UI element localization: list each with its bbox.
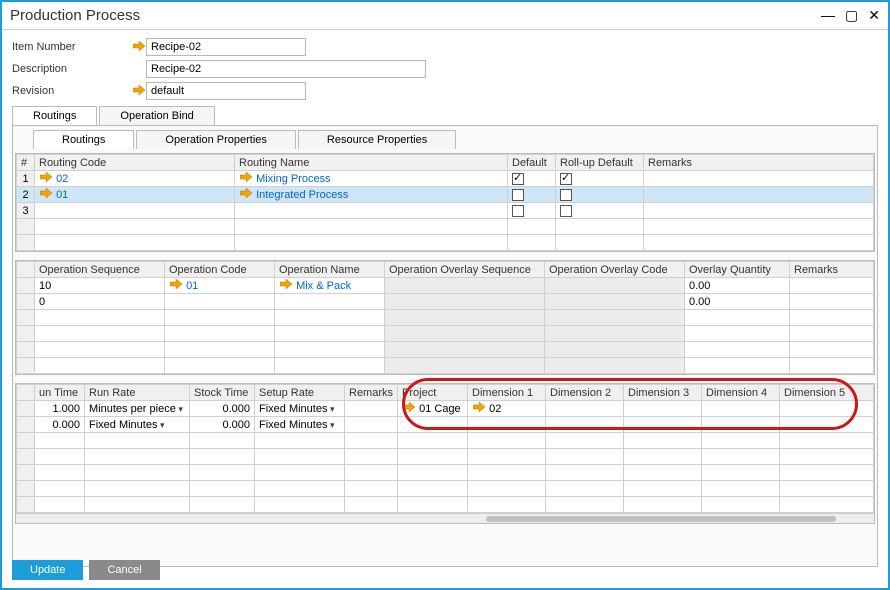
update-button[interactable]: Update [12, 560, 83, 580]
subtab-operation-properties[interactable]: Operation Properties [136, 130, 296, 149]
description-field[interactable] [146, 60, 426, 78]
arrow-icon [132, 41, 146, 54]
minimize-icon[interactable]: — [821, 7, 835, 24]
table-row[interactable]: 1 02 Mixing Process [17, 171, 874, 187]
arrow-icon [239, 172, 253, 185]
routings-grid[interactable]: # Routing Code Routing Name Default Roll… [16, 154, 874, 251]
col-remarks: Remarks [644, 155, 874, 171]
runrate-dropdown[interactable]: Minutes per piece [85, 401, 190, 417]
checkbox-rollup[interactable] [560, 173, 572, 185]
titlebar: Production Process — ▢ ✕ [2, 2, 888, 30]
cancel-button[interactable]: Cancel [89, 560, 159, 580]
horizontal-scrollbar[interactable] [16, 513, 874, 523]
col-remarks3: Remarks [345, 385, 398, 401]
checkbox-rollup[interactable] [560, 189, 572, 201]
checkbox-rollup[interactable] [560, 205, 572, 217]
arrow-icon [472, 402, 486, 415]
col-routing-name: Routing Name [235, 155, 508, 171]
revision-label: Revision [12, 85, 132, 97]
arrow-icon [279, 279, 293, 292]
table-row[interactable]: 3 [17, 203, 874, 219]
col-default: Default [508, 155, 556, 171]
col-stock: Stock Time [190, 385, 255, 401]
setup-dropdown[interactable]: Fixed Minutes [255, 417, 345, 433]
table-row[interactable]: 0.000 Fixed Minutes 0.000 Fixed Minutes [17, 417, 874, 433]
close-icon[interactable]: ✕ [868, 7, 880, 24]
item-number-field[interactable] [146, 38, 306, 56]
col-dim4: Dimension 4 [702, 385, 780, 401]
col-op-code: Operation Code [165, 262, 275, 278]
maximize-icon[interactable]: ▢ [845, 7, 858, 24]
col-runrate: Run Rate [85, 385, 190, 401]
checkbox-default[interactable] [512, 189, 524, 201]
col-dim2: Dimension 2 [546, 385, 624, 401]
col-num: # [17, 155, 35, 171]
col-blank [17, 262, 35, 278]
arrow-icon [402, 402, 416, 415]
setup-dropdown[interactable]: Fixed Minutes [255, 401, 345, 417]
arrow-icon [169, 279, 183, 292]
checkbox-default[interactable] [512, 173, 524, 185]
table-row[interactable]: 1.000 Minutes per piece 0.000 Fixed Minu… [17, 401, 874, 417]
table-row[interactable]: 10 01 Mix & Pack 0.00 [17, 278, 874, 294]
col-dim5: Dimension 5 [780, 385, 874, 401]
checkbox-default[interactable] [512, 205, 524, 217]
subtab-resource-properties[interactable]: Resource Properties [298, 130, 456, 149]
description-label: Description [12, 63, 132, 75]
revision-field[interactable] [146, 82, 306, 100]
arrow-icon [39, 188, 53, 201]
arrow-icon [39, 172, 53, 185]
col-project: Project [398, 385, 468, 401]
col-ov-qty: Overlay Quantity [685, 262, 790, 278]
table-row[interactable]: 2 01 Integrated Process [17, 187, 874, 203]
details-grid[interactable]: un Time Run Rate Stock Time Setup Rate R… [16, 384, 874, 513]
col-blank3 [17, 385, 35, 401]
col-ov-code: Operation Overlay Code [545, 262, 685, 278]
arrow-icon [132, 85, 146, 98]
item-number-label: Item Number [12, 41, 132, 53]
tab-operation-bind[interactable]: Operation Bind [99, 106, 214, 125]
arrow-icon [239, 188, 253, 201]
col-rollup: Roll-up Default [556, 155, 644, 171]
col-op-seq: Operation Sequence [35, 262, 165, 278]
subtab-routings[interactable]: Routings [33, 130, 134, 149]
window: Production Process — ▢ ✕ Item Number Des… [0, 0, 890, 590]
col-dim3: Dimension 3 [624, 385, 702, 401]
col-dim1: Dimension 1 [468, 385, 546, 401]
col-setup: Setup Rate [255, 385, 345, 401]
col-remarks2: Remarks [790, 262, 874, 278]
table-row[interactable]: 0 0.00 [17, 294, 874, 310]
tab-routings[interactable]: Routings [12, 106, 97, 125]
col-ov-seq: Operation Overlay Sequence [385, 262, 545, 278]
runrate-dropdown[interactable]: Fixed Minutes [85, 417, 190, 433]
operations-grid[interactable]: Operation Sequence Operation Code Operat… [16, 261, 874, 374]
window-title: Production Process [10, 7, 821, 24]
project-input[interactable] [402, 418, 463, 431]
col-routing-code: Routing Code [35, 155, 235, 171]
col-runtime: un Time [35, 385, 85, 401]
col-op-name: Operation Name [275, 262, 385, 278]
